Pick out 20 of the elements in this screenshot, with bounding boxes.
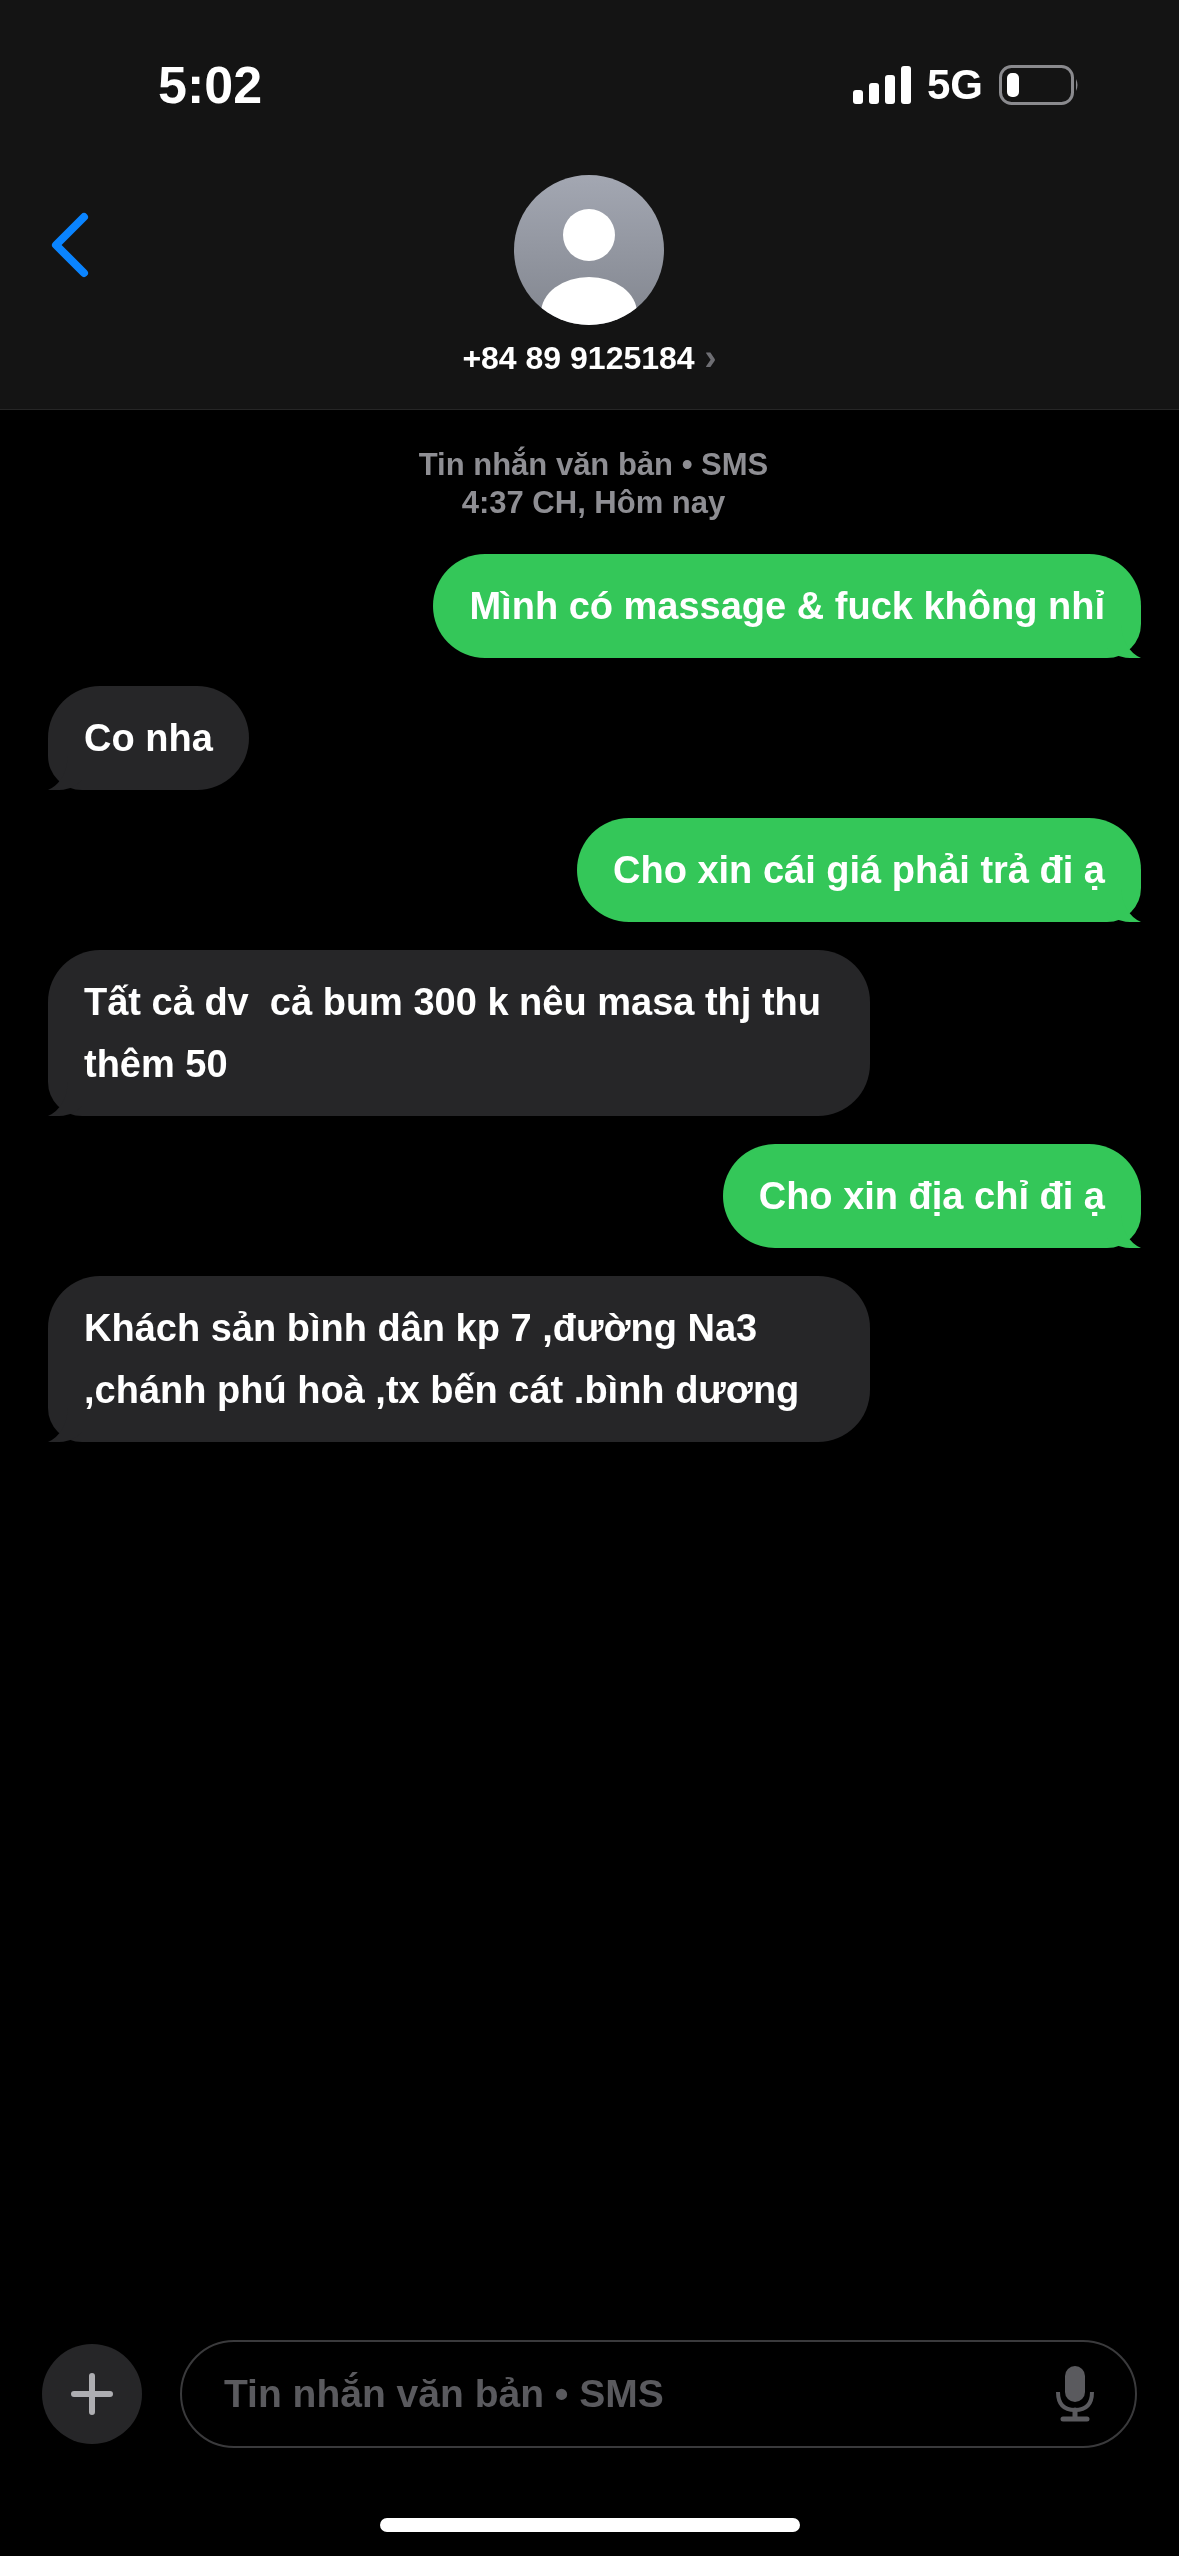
sent-message: Cho xin địa chỉ đi ạ (722, 1144, 1141, 1248)
back-icon[interactable] (50, 212, 90, 278)
received-message: Khách sản bình dân kp 7 ,đường Na3 ,chánh phú hoà ,tx bến cát .bình dương (48, 1276, 870, 1442)
message-field[interactable]: Tin nhắn văn bản • SMS (222, 2371, 1055, 2417)
avatar-icon[interactable] (514, 175, 665, 325)
received-message: Co nha (48, 686, 249, 790)
status-time: 5:02 (158, 55, 263, 115)
composer-bar[interactable]: Tin nhắn văn bản • SMS (180, 2340, 1137, 2448)
service-label: Tin nhắn văn bản • SMS (418, 446, 769, 484)
sent-message: Mình có massage & fuck không nhỉ (433, 554, 1141, 658)
plus-icon (70, 2372, 114, 2416)
network-label: 5G (926, 61, 983, 109)
sent-message: Cho xin cái giá phải trả đi ạ (577, 818, 1141, 922)
battery-icon (999, 65, 1079, 105)
contact-name[interactable]: +84 89 9125184 (462, 339, 695, 377)
chevron-icon: › (704, 337, 717, 379)
microphone-icon[interactable] (1055, 2366, 1095, 2422)
received-message: Tất cả dv cả bum 300 k nêu masa thj thu thêm 50 (48, 950, 870, 1116)
signal-icon (852, 66, 911, 104)
timestamp: 4:37 CH, Hôm nay (461, 484, 726, 522)
